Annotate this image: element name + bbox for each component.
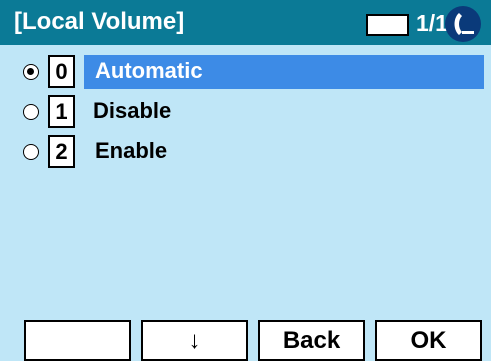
page-indicator-box — [366, 14, 409, 36]
option-disable[interactable]: 1 Disable — [0, 95, 491, 129]
option-key-2: 2 — [48, 135, 75, 168]
softkey-ok[interactable]: OK — [375, 320, 482, 361]
phone-screen: [Local Volume] 1/1 0 Automatic 1 Disable… — [0, 0, 491, 361]
option-automatic[interactable]: 0 Automatic — [0, 55, 491, 89]
option-label-enable: Enable — [95, 138, 168, 163]
softkey-down-arrow[interactable]: ↓ — [141, 320, 248, 361]
softkey-back[interactable]: Back — [258, 320, 365, 361]
softkey-1[interactable] — [24, 320, 131, 361]
page-indicator: 1/1 — [416, 10, 448, 36]
option-key-0: 0 — [48, 55, 75, 88]
option-key-1: 1 — [48, 95, 75, 128]
radio-button-selected[interactable] — [23, 64, 39, 80]
radio-button[interactable] — [23, 144, 39, 160]
title-bar: [Local Volume] 1/1 — [0, 0, 491, 45]
option-label-automatic: Automatic — [95, 58, 203, 83]
screen-title: [Local Volume] — [14, 8, 185, 35]
option-enable[interactable]: 2 Enable — [0, 135, 491, 169]
radio-button[interactable] — [23, 104, 39, 120]
option-label-disable: Disable — [93, 98, 172, 123]
handset-icon — [445, 6, 481, 42]
